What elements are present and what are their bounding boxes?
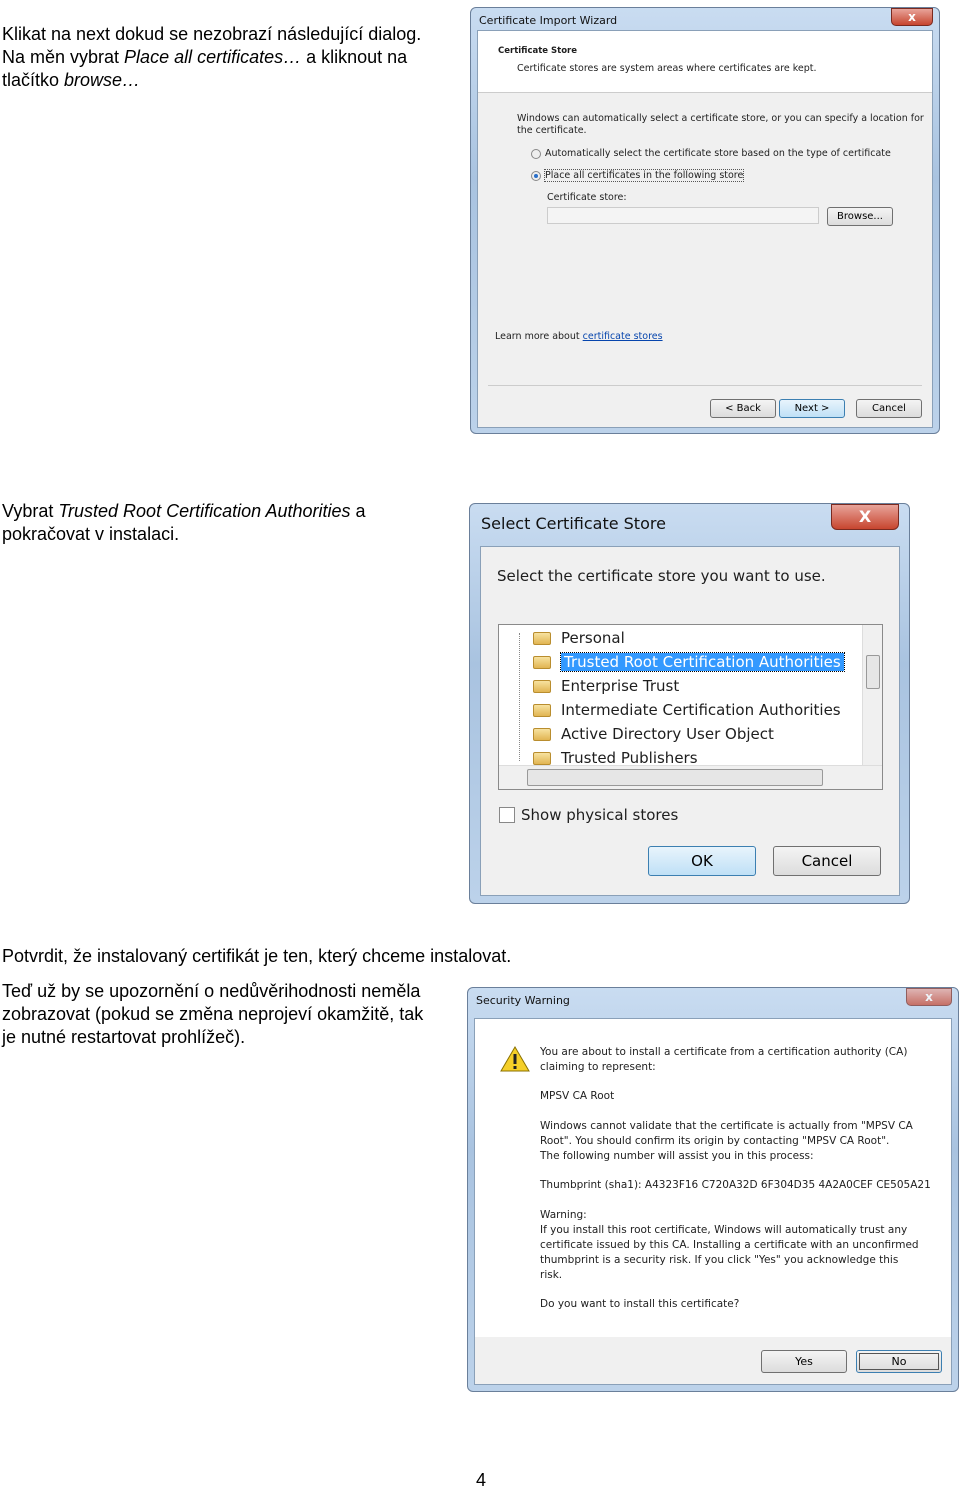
select-certificate-store-dialog: Select Certificate Store X Select the ce… — [469, 503, 910, 904]
folder-icon — [533, 704, 551, 717]
folder-icon — [533, 632, 551, 645]
instruction-4: Teď už by se upozornění o nedůvěrihodnos… — [2, 981, 424, 1047]
cancel-button[interactable]: Cancel — [856, 399, 922, 418]
dialog-body: You are about to install a certificate f… — [474, 1018, 952, 1385]
back-button[interactable]: < Back — [710, 399, 776, 418]
radio-place[interactable] — [531, 171, 541, 181]
heading: Certificate Store — [498, 46, 578, 56]
instruction-2: Vybrat Trusted Root Certification Author… — [2, 500, 442, 546]
folder-icon — [533, 656, 551, 669]
ok-button[interactable]: OK — [648, 846, 756, 876]
window-title: Security Warning — [476, 994, 570, 1007]
tree-item-selected[interactable]: Trusted Root Certification Authorities — [533, 651, 845, 673]
next-button[interactable]: Next > — [779, 399, 845, 418]
description: the certificate. — [517, 125, 587, 136]
text: Root". You should confirm its origin by … — [540, 1135, 890, 1147]
wizard-body: Certificate Store Certificate stores are… — [477, 30, 933, 428]
cancel-button[interactable]: Cancel — [773, 846, 881, 876]
learn-more: Learn more about certificate stores — [495, 331, 663, 342]
tree-item[interactable]: Active Directory User Object — [533, 723, 774, 745]
radio-auto-label[interactable]: Automatically select the certificate sto… — [545, 148, 891, 159]
show-physical-label[interactable]: Show physical stores — [521, 806, 678, 824]
text: Windows cannot validate that the certifi… — [540, 1120, 913, 1132]
label: Personal — [561, 629, 625, 647]
label: Intermediate Certification Authorities — [561, 701, 841, 719]
thumbprint: Thumbprint (sha1): A4323F16 C720A32D 6F3… — [540, 1179, 931, 1191]
label: Enterprise Trust — [561, 677, 680, 695]
instruction-3: Potvrdit, že instalovaný certifikát je t… — [2, 946, 512, 966]
folder-icon — [533, 728, 551, 741]
text: certificate issued by this CA. Installin… — [540, 1239, 919, 1251]
horizontal-scrollbar[interactable] — [499, 765, 882, 789]
folder-icon — [533, 752, 551, 765]
tree-item[interactable]: Intermediate Certification Authorities — [533, 699, 841, 721]
tree-item[interactable]: Personal — [533, 627, 625, 649]
no-button[interactable]: No — [856, 1350, 942, 1373]
browse-button[interactable]: Browse... — [827, 207, 893, 226]
label: Trusted Root Certification Authorities — [560, 652, 845, 672]
text: claiming to represent: — [540, 1061, 656, 1073]
warning-label: Warning: — [540, 1209, 587, 1221]
yes-button[interactable]: Yes — [761, 1350, 847, 1373]
close-button[interactable]: X — [831, 504, 899, 530]
text: Learn more about — [495, 331, 583, 342]
certificate-store-input[interactable] — [547, 207, 819, 224]
tree-item[interactable]: Enterprise Trust — [533, 675, 679, 697]
text: The following number will assist you in … — [540, 1150, 814, 1162]
text: thumbprint is a security risk. If you cl… — [540, 1254, 899, 1266]
store-tree[interactable]: Personal Trusted Root Certification Auth… — [498, 624, 883, 790]
close-button[interactable]: x — [906, 988, 952, 1006]
certificate-import-wizard: Certificate Import Wizard x Certificate … — [470, 7, 940, 434]
page-number: 4 — [476, 1470, 487, 1490]
certificate-stores-link[interactable]: certificate stores — [583, 331, 663, 342]
window-title: Select Certificate Store — [481, 514, 666, 533]
window-title: Certificate Import Wizard — [479, 14, 618, 27]
instruction-1: Klikat na next dokud se nezobrazí násled… — [2, 23, 442, 92]
prompt: Select the certificate store you want to… — [497, 567, 826, 585]
vertical-scrollbar[interactable] — [862, 625, 882, 765]
security-warning-dialog: Security Warning x You are about to inst… — [467, 987, 959, 1392]
text: You are about to install a certificate f… — [540, 1046, 908, 1058]
store-label: Certificate store: — [547, 192, 627, 203]
folder-icon — [533, 680, 551, 693]
text: Vybrat — [2, 501, 59, 521]
show-physical-checkbox[interactable] — [499, 807, 515, 823]
text: risk. — [540, 1269, 563, 1281]
close-button[interactable]: x — [891, 8, 933, 26]
emph: browse… — [64, 70, 141, 90]
radio-place-label[interactable]: Place all certificates in the following … — [543, 169, 745, 182]
radio-auto[interactable] — [531, 149, 541, 159]
text: If you install this root certificate, Wi… — [540, 1224, 908, 1236]
emph: Place all certificates… — [124, 47, 302, 67]
description: Windows can automatically select a certi… — [517, 113, 924, 124]
subheading: Certificate stores are system areas wher… — [517, 63, 817, 74]
warning-icon — [500, 1046, 530, 1072]
question: Do you want to install this certificate? — [540, 1298, 740, 1310]
emph: Trusted Root Certification Authorities — [58, 501, 351, 521]
ca-name: MPSV CA Root — [540, 1090, 615, 1102]
dialog-body: Select the certificate store you want to… — [480, 546, 900, 896]
label: Active Directory User Object — [561, 725, 774, 743]
